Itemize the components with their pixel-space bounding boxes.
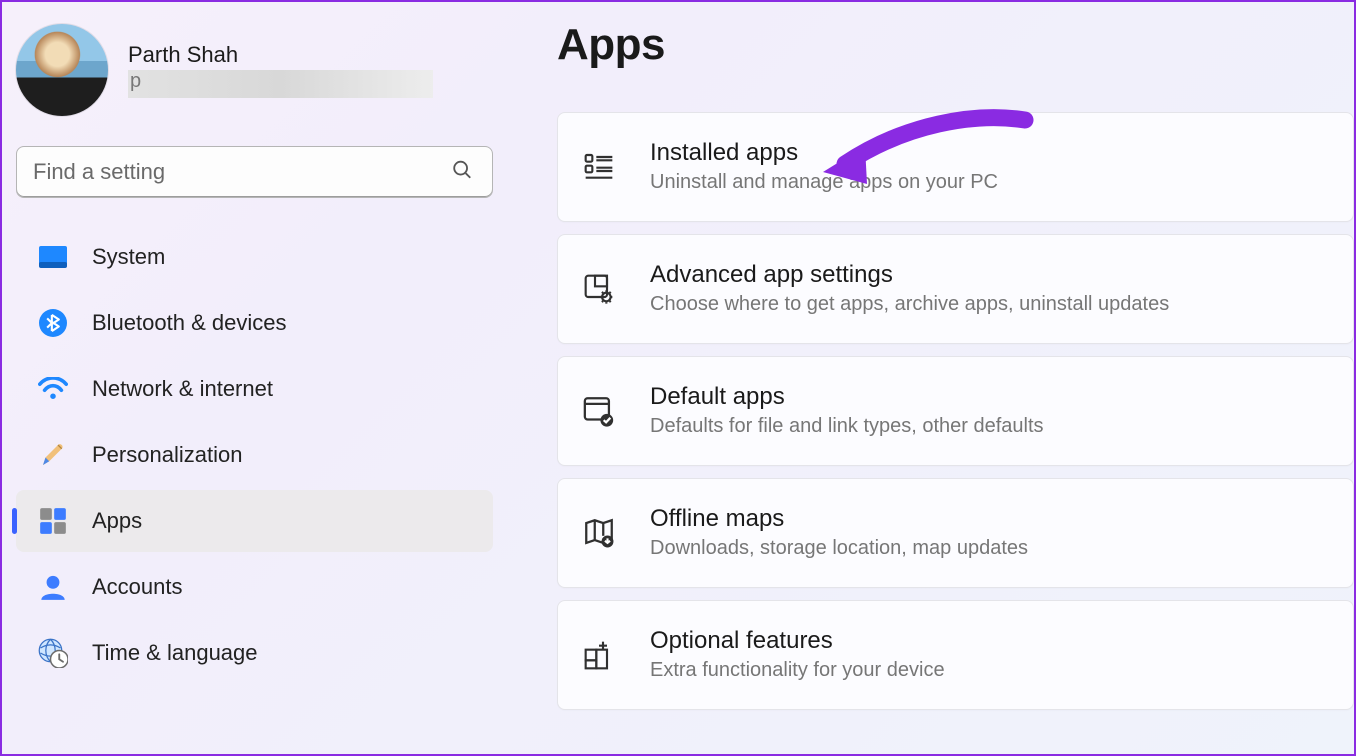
avatar bbox=[16, 24, 108, 116]
apps-icon bbox=[38, 506, 68, 536]
installed-apps-icon bbox=[582, 150, 616, 184]
profile-name: Parth Shah bbox=[128, 42, 433, 68]
card-subtitle: Uninstall and manage apps on your PC bbox=[650, 168, 998, 197]
sidebar-item-personalization[interactable]: Personalization bbox=[16, 424, 493, 486]
card-title: Installed apps bbox=[650, 137, 998, 168]
sidebar-item-label: Accounts bbox=[92, 574, 183, 600]
personalization-icon bbox=[38, 440, 68, 470]
sidebar-item-network[interactable]: Network & internet bbox=[16, 358, 493, 420]
main-content: Apps Installed apps Uninstall and manage… bbox=[507, 2, 1354, 754]
sidebar-item-time[interactable]: Time & language bbox=[16, 622, 493, 684]
card-subtitle: Choose where to get apps, archive apps, … bbox=[650, 290, 1169, 319]
card-title: Default apps bbox=[650, 381, 1044, 412]
card-title: Offline maps bbox=[650, 503, 1028, 534]
time-language-icon bbox=[38, 638, 68, 668]
page-title: Apps bbox=[557, 20, 1354, 70]
profile-section[interactable]: Parth Shah p bbox=[10, 20, 499, 146]
sidebar-item-label: Bluetooth & devices bbox=[92, 310, 286, 336]
card-default-apps[interactable]: Default apps Defaults for file and link … bbox=[557, 356, 1354, 466]
bluetooth-icon bbox=[38, 308, 68, 338]
profile-email: p bbox=[128, 70, 433, 98]
card-optional-features[interactable]: Optional features Extra functionality fo… bbox=[557, 600, 1354, 710]
card-title: Optional features bbox=[650, 625, 945, 656]
sidebar-item-apps[interactable]: Apps bbox=[16, 490, 493, 552]
search-icon bbox=[451, 159, 473, 186]
card-advanced-app-settings[interactable]: Advanced app settings Choose where to ge… bbox=[557, 234, 1354, 344]
optional-features-icon bbox=[582, 638, 616, 672]
system-icon bbox=[38, 242, 68, 272]
default-apps-icon bbox=[582, 394, 616, 428]
sidebar-item-bluetooth[interactable]: Bluetooth & devices bbox=[16, 292, 493, 354]
sidebar-item-system[interactable]: System bbox=[16, 226, 493, 288]
offline-maps-icon bbox=[582, 516, 616, 550]
card-subtitle: Extra functionality for your device bbox=[650, 656, 945, 685]
search-box[interactable] bbox=[16, 146, 493, 198]
sidebar: Parth Shah p System Bluetooth & device bbox=[2, 2, 507, 754]
accounts-icon bbox=[38, 572, 68, 602]
card-subtitle: Downloads, storage location, map updates bbox=[650, 534, 1028, 563]
sidebar-item-accounts[interactable]: Accounts bbox=[16, 556, 493, 618]
card-title: Advanced app settings bbox=[650, 259, 1169, 290]
sidebar-nav: System Bluetooth & devices Network & int… bbox=[10, 226, 499, 684]
card-subtitle: Defaults for file and link types, other … bbox=[650, 412, 1044, 441]
sidebar-item-label: Personalization bbox=[92, 442, 242, 468]
search-input[interactable] bbox=[16, 146, 493, 198]
advanced-settings-icon bbox=[582, 272, 616, 306]
wifi-icon bbox=[38, 374, 68, 404]
card-offline-maps[interactable]: Offline maps Downloads, storage location… bbox=[557, 478, 1354, 588]
sidebar-item-label: System bbox=[92, 244, 165, 270]
sidebar-item-label: Apps bbox=[92, 508, 142, 534]
card-installed-apps[interactable]: Installed apps Uninstall and manage apps… bbox=[557, 112, 1354, 222]
sidebar-item-label: Network & internet bbox=[92, 376, 273, 402]
sidebar-item-label: Time & language bbox=[92, 640, 258, 666]
